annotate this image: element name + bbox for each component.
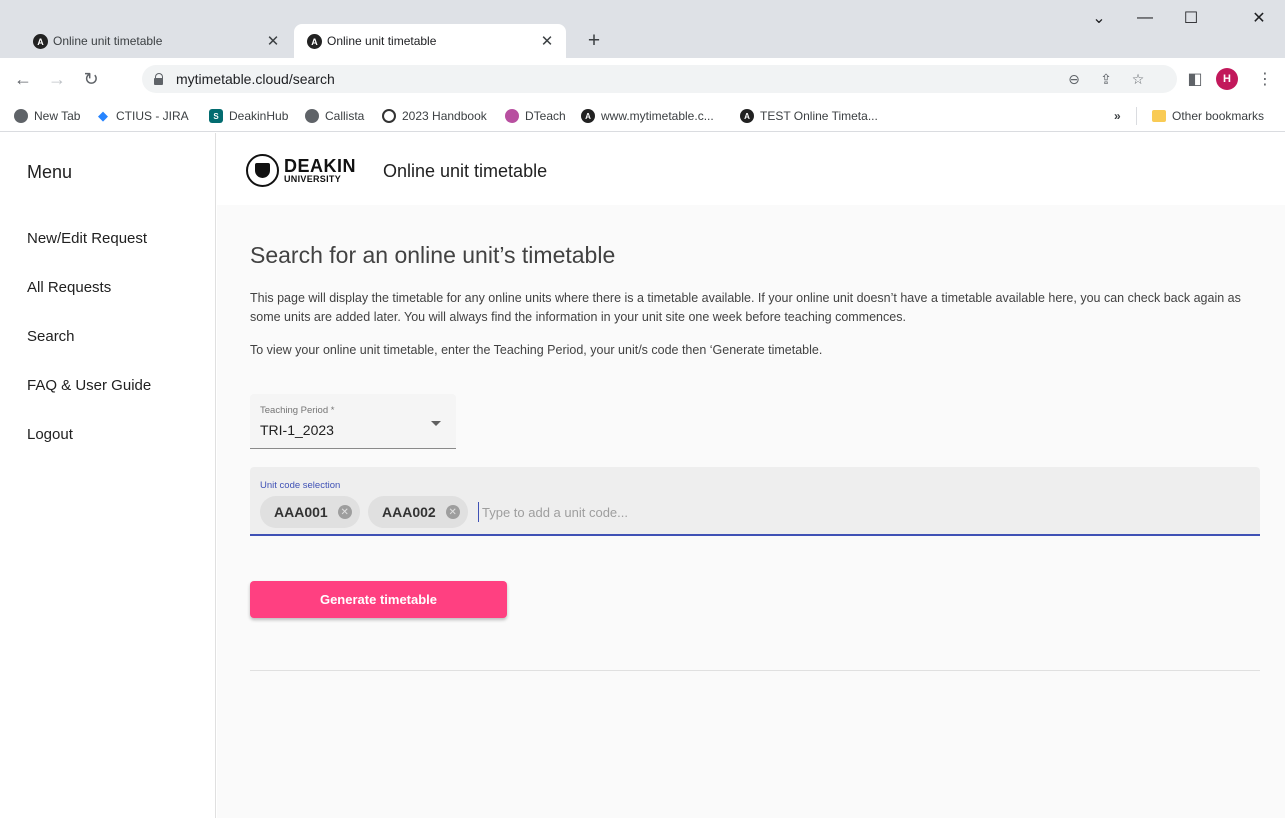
reload-icon[interactable]: ↻ — [78, 66, 104, 92]
sidebar-item-all-requests[interactable]: All Requests — [27, 279, 111, 296]
page-title: Search for an online unit’s timetable — [250, 242, 616, 268]
sidebar: Menu New/Edit Request All Requests Searc… — [0, 133, 216, 818]
folder-icon — [1152, 110, 1166, 122]
deakin-shield-icon — [246, 154, 279, 187]
minimize-button[interactable]: — — [1122, 3, 1168, 33]
chip-remove-icon[interactable]: ✕ — [337, 505, 352, 519]
teaching-period-select[interactable]: Teaching Period * TRI-1_2023 — [250, 394, 456, 449]
sidebar-item-new-edit-request[interactable]: New/Edit Request — [27, 230, 147, 247]
jira-icon: ◆ — [98, 108, 108, 123]
bookmarks-bar: New Tab ◆ CTIUS - JIRA S DeakinHub Calli… — [0, 100, 1285, 132]
logo-line2: UNIVERSITY — [284, 174, 342, 184]
chip-remove-icon[interactable]: ✕ — [445, 505, 460, 519]
bookmark-new-tab[interactable]: New Tab — [14, 107, 80, 125]
unit-code-label: Unit code selection — [260, 480, 341, 491]
bookmark-label: www.mytimetable.c... — [601, 109, 714, 123]
unit-code-field[interactable]: Unit code selection AAA001 ✕ AAA002 ✕ — [250, 467, 1260, 536]
app-header: DEAKIN UNIVERSITY Online unit timetable — [217, 133, 1285, 205]
other-bookmarks[interactable]: Other bookmarks — [1152, 107, 1264, 125]
more-menu-icon[interactable]: ⋮ — [1252, 66, 1278, 92]
bookmark-dteach[interactable]: DTeach — [505, 107, 566, 125]
bookmark-label: 2023 Handbook — [402, 109, 487, 123]
bookmark-star-icon[interactable]: ☆ — [1125, 65, 1151, 93]
chip-label: AAA001 — [274, 504, 328, 520]
app-title: Online unit timetable — [383, 161, 548, 181]
bookmark-label: Callista — [325, 109, 365, 123]
globe-icon — [305, 109, 319, 123]
deakin-logo[interactable]: DEAKIN UNIVERSITY — [246, 154, 356, 187]
sharepoint-icon: S — [209, 109, 223, 123]
unit-chip[interactable]: AAA002 ✕ — [368, 496, 468, 528]
main-content: Search for an online unit’s timetable Th… — [217, 205, 1285, 818]
maximize-button[interactable]: ☐ — [1168, 3, 1214, 33]
profile-avatar[interactable]: H — [1214, 66, 1240, 92]
back-arrow-icon[interactable]: ← — [10, 66, 36, 92]
bookmark-handbook[interactable]: 2023 Handbook — [382, 107, 487, 125]
window-close-button[interactable]: ✕ — [1236, 3, 1282, 33]
bookmarks-overflow-button[interactable]: » — [1114, 107, 1121, 125]
teaching-period-label: Teaching Period * — [260, 405, 335, 416]
generate-timetable-button[interactable]: Generate timetable — [250, 581, 507, 618]
bookmark-label: Other bookmarks — [1172, 109, 1265, 123]
menu-title: Menu — [27, 162, 73, 182]
forward-arrow-icon[interactable]: → — [44, 66, 70, 92]
browser-tab[interactable]: A Online unit timetable ✕ — [20, 24, 292, 58]
logo-line1: DEAKIN — [284, 156, 357, 176]
lock-icon — [154, 73, 164, 85]
bookmark-test-timetable[interactable]: A TEST Online Timeta... — [740, 107, 878, 125]
bookmark-jira[interactable]: ◆ CTIUS - JIRA — [96, 107, 189, 125]
dteach-icon — [505, 109, 519, 123]
share-icon[interactable]: ⇪ — [1093, 65, 1119, 93]
bookmark-label: DTeach — [525, 109, 566, 123]
zoom-icon[interactable]: ⊖ — [1061, 65, 1087, 93]
bookmark-callista[interactable]: Callista — [305, 107, 364, 125]
chip-label: AAA002 — [382, 504, 436, 520]
globe-icon — [14, 109, 28, 123]
browser-tab-strip: A Online unit timetable ✕ A Online unit … — [0, 0, 1285, 58]
divider — [250, 670, 1260, 671]
tab-close-icon[interactable]: ✕ — [264, 32, 282, 50]
unit-chip[interactable]: AAA001 ✕ — [260, 496, 360, 528]
address-bar[interactable]: mytimetable.cloud/search ⊖ ⇪ ☆ — [142, 65, 1177, 93]
new-tab-button[interactable]: + — [580, 27, 608, 55]
handbook-icon — [382, 109, 396, 123]
angular-favicon-icon: A — [33, 34, 48, 49]
bookmark-label: CTIUS - JIRA — [116, 109, 189, 123]
sidebar-item-faq[interactable]: FAQ & User Guide — [27, 377, 151, 394]
bookmark-label: DeakinHub — [229, 109, 289, 123]
profile-initial: H — [1216, 68, 1238, 90]
bookmark-label: TEST Online Timeta... — [760, 109, 878, 123]
browser-toolbar: ← → ↻ mytimetable.cloud/search ⊖ ⇪ ☆ ◧ H… — [0, 58, 1285, 100]
angular-icon: A — [581, 109, 595, 123]
unit-code-input[interactable] — [478, 502, 778, 522]
angular-icon: A — [740, 109, 754, 123]
browser-tab-active[interactable]: A Online unit timetable ✕ — [294, 24, 566, 58]
dropdown-caret-icon — [431, 421, 441, 426]
tab-title: Online unit timetable — [327, 34, 437, 48]
url-text: mytimetable.cloud/search — [176, 71, 335, 87]
tab-title: Online unit timetable — [53, 34, 163, 48]
bookmark-mytimetable[interactable]: A www.mytimetable.c... — [581, 107, 714, 125]
tab-close-icon[interactable]: ✕ — [538, 32, 556, 50]
sidebar-item-logout[interactable]: Logout — [27, 426, 73, 443]
side-panel-icon[interactable]: ◧ — [1182, 66, 1208, 92]
teaching-period-value: TRI-1_2023 — [260, 422, 334, 438]
angular-favicon-icon: A — [307, 34, 322, 49]
intro-text: This page will display the timetable for… — [250, 291, 1241, 324]
tab-search-chevron-icon[interactable]: ⌄ — [1076, 3, 1122, 33]
sidebar-item-search[interactable]: Search — [27, 328, 75, 345]
bookmark-deakinhub[interactable]: S DeakinHub — [209, 107, 288, 125]
bookmark-label: New Tab — [34, 109, 81, 123]
instructions-text: To view your online unit timetable, ente… — [250, 343, 823, 357]
